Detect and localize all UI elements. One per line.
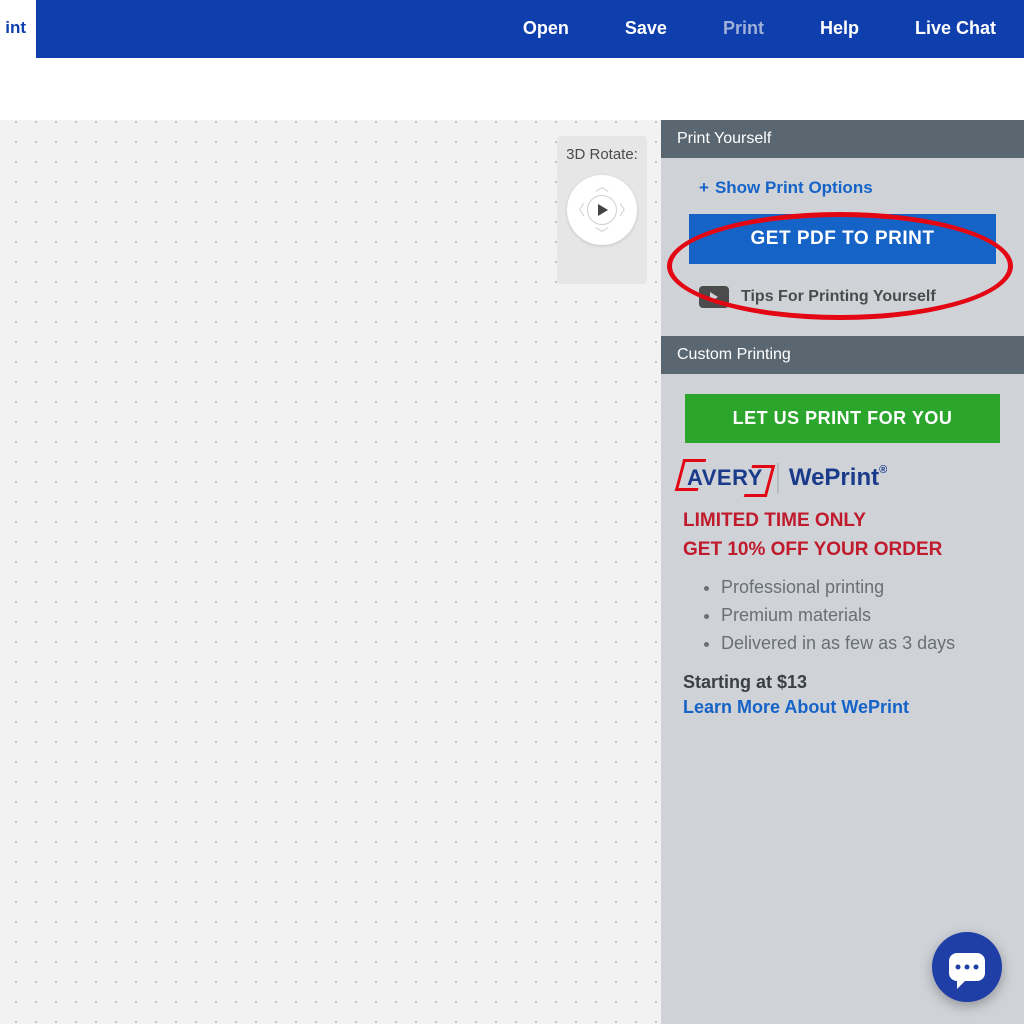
custom-printing-header: Custom Printing — [661, 336, 1024, 374]
let-us-print-button[interactable]: LET US PRINT FOR YOU — [685, 394, 1000, 443]
nav-livechat[interactable]: Live Chat — [887, 0, 1024, 58]
weprint-logo: WePrint® — [789, 464, 887, 492]
tips-label: Tips For Printing Yourself — [741, 288, 936, 306]
weprint-logo-row: AVERY WePrint® — [683, 463, 1002, 493]
list-item: Professional printing — [721, 574, 1002, 602]
top-nav: int Open Save Print Help Live Chat — [0, 0, 1024, 58]
toolbar-blank — [0, 58, 1024, 120]
rotate-play-button[interactable] — [587, 195, 617, 225]
list-item: Delivered in as few as 3 days — [721, 630, 1002, 658]
right-sidebar: Print Yourself + Show Print Options GET P… — [661, 120, 1024, 1024]
tips-printing-link[interactable]: Tips For Printing Yourself — [699, 286, 1002, 308]
video-icon — [699, 286, 729, 308]
promo-line-2: GET 10% OFF YOUR ORDER — [683, 536, 1002, 565]
nav-save[interactable]: Save — [597, 0, 695, 58]
chevron-left-icon[interactable]: 〈 — [571, 203, 585, 217]
nav-help[interactable]: Help — [792, 0, 887, 58]
tab-print-active[interactable]: int — [0, 0, 36, 58]
promo-text: LIMITED TIME ONLY GET 10% OFF YOUR ORDER — [683, 507, 1002, 564]
show-print-options-link[interactable]: + Show Print Options — [699, 178, 1002, 198]
chevron-down-icon[interactable]: ﹀ — [595, 227, 609, 241]
main-area: 3D Rotate: ︿ ﹀ 〈 〉 Print Yourself + Show … — [0, 120, 1024, 1024]
divider — [777, 463, 779, 493]
chevron-up-icon[interactable]: ︿ — [595, 179, 609, 193]
rotate-label: 3D Rotate: — [557, 146, 647, 163]
nav-print[interactable]: Print — [695, 0, 792, 58]
list-item: Premium materials — [721, 602, 1002, 630]
starting-price: Starting at $13 — [683, 672, 1002, 693]
avery-logo: AVERY — [683, 463, 767, 493]
play-icon — [598, 204, 608, 216]
learn-more-link[interactable]: Learn More About WePrint — [683, 697, 1002, 718]
print-yourself-header: Print Yourself — [661, 120, 1024, 158]
nav-open[interactable]: Open — [495, 0, 597, 58]
promo-line-1: LIMITED TIME ONLY — [683, 507, 1002, 536]
feature-list: Professional printing Premium materials … — [683, 574, 1002, 658]
design-canvas[interactable]: 3D Rotate: ︿ ﹀ 〈 〉 — [0, 120, 661, 1024]
plus-icon: + — [699, 178, 709, 197]
chat-icon — [949, 953, 985, 981]
get-pdf-button[interactable]: GET PDF TO PRINT — [689, 214, 996, 264]
chevron-right-icon[interactable]: 〉 — [619, 203, 633, 217]
chat-fab[interactable] — [932, 932, 1002, 1002]
rotate-wheel[interactable]: ︿ ﹀ 〈 〉 — [567, 175, 637, 245]
rotate-3d-panel: 3D Rotate: ︿ ﹀ 〈 〉 — [557, 136, 647, 284]
show-print-options-label: Show Print Options — [715, 178, 873, 197]
